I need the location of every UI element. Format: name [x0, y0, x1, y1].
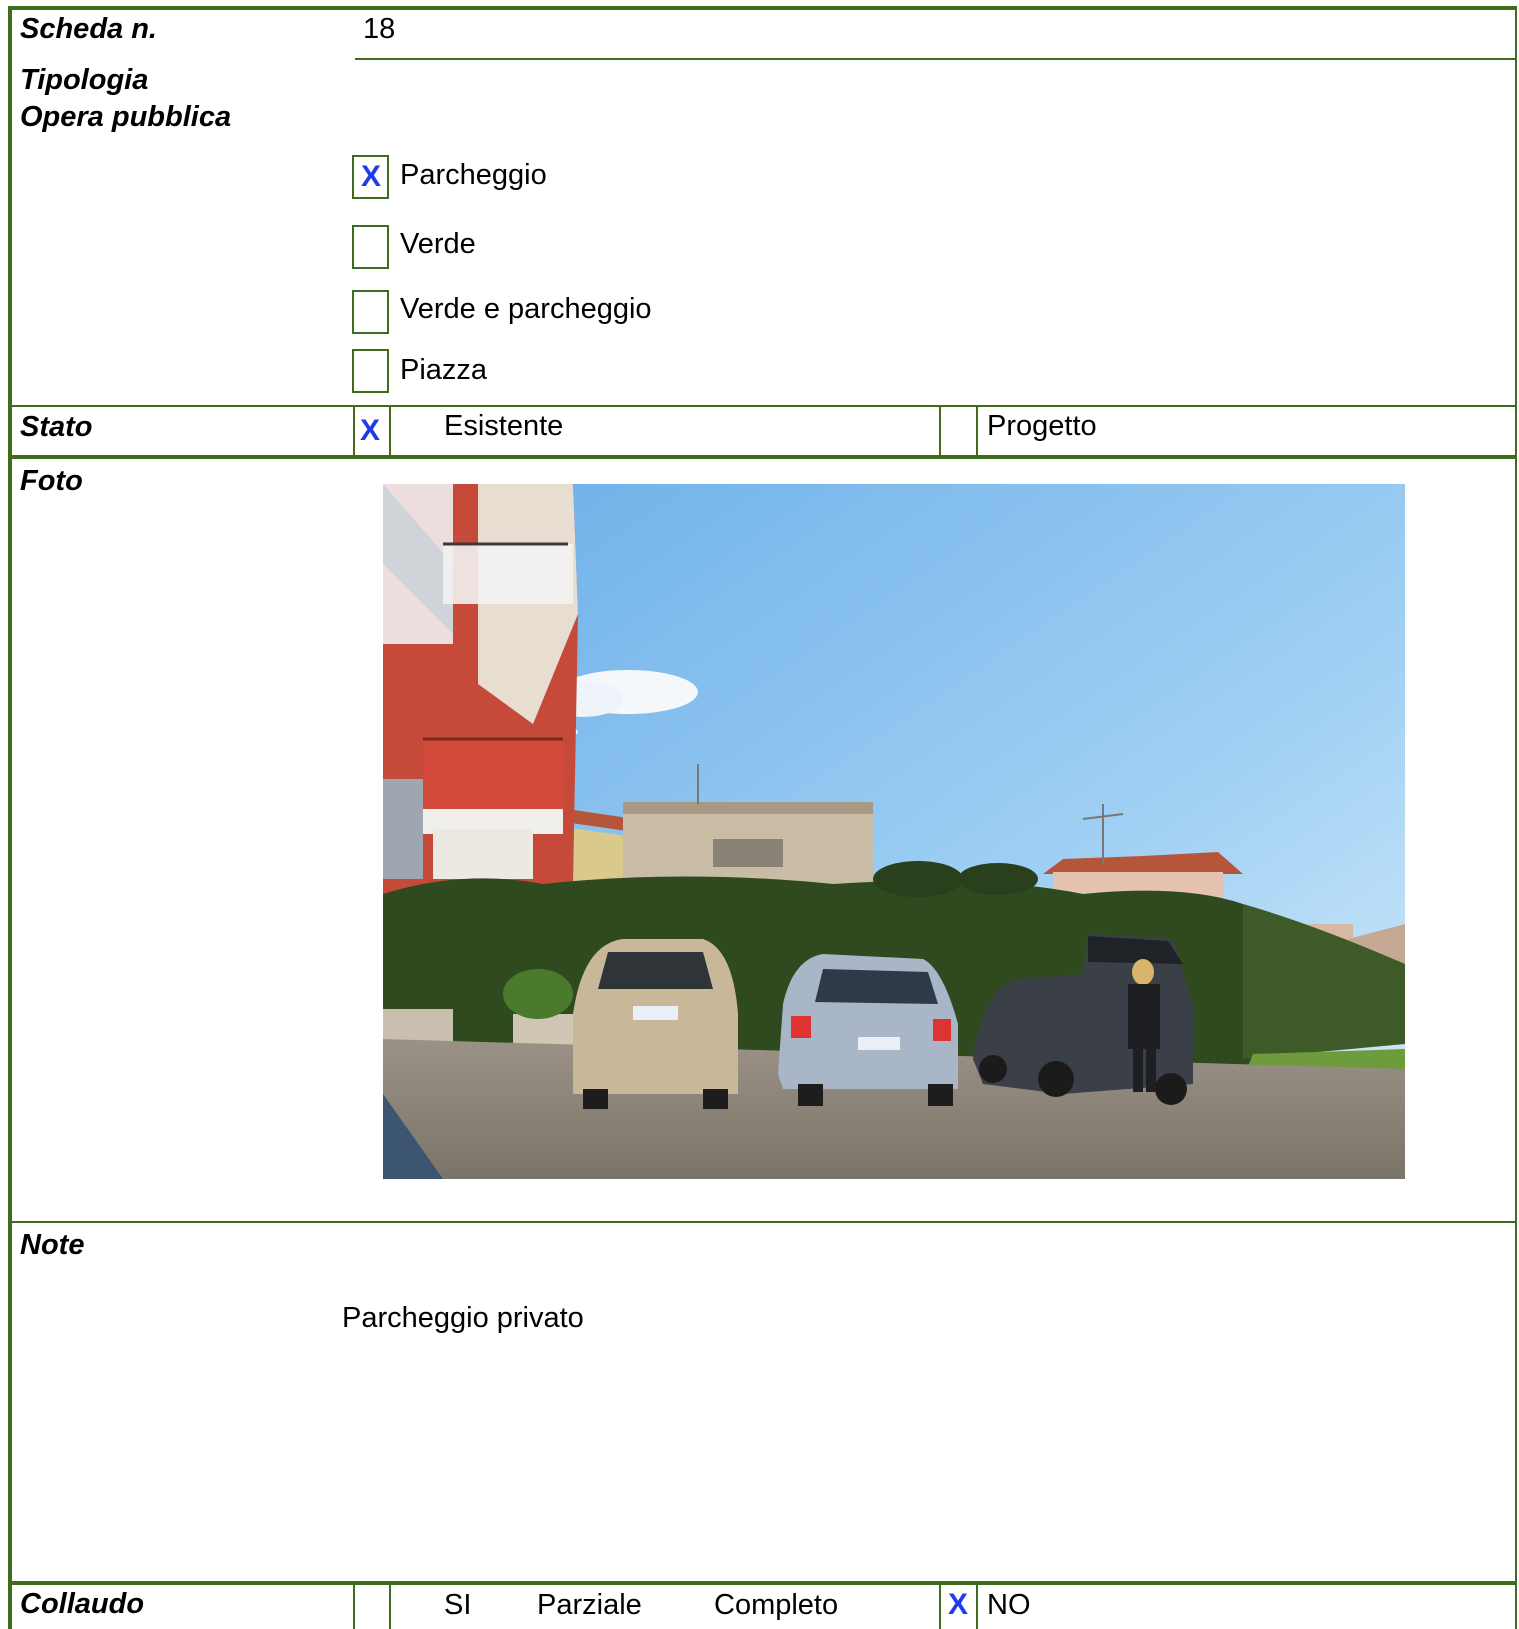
option-parcheggio-label: Parcheggio — [400, 159, 547, 191]
option-piazza-label: Piazza — [400, 354, 488, 386]
collaudo-completo-label[interactable]: Completo — [714, 1588, 838, 1622]
stato-esistente-label: Esistente — [444, 410, 564, 442]
parking-photo — [383, 484, 1405, 1179]
note-label: Note — [20, 1229, 85, 1261]
scheda-number: 18 — [363, 13, 396, 45]
option-verde-label: Verde — [400, 228, 476, 260]
scheda-label: Scheda n. — [20, 13, 157, 45]
checkbox-verde[interactable] — [352, 225, 389, 269]
checkbox-verde-e-parcheggio[interactable] — [352, 290, 389, 334]
collaudo-label: Collaudo — [20, 1588, 145, 1620]
collaudo-parziale-label[interactable]: Parziale — [537, 1588, 642, 1622]
esistente-checkbox[interactable] — [353, 405, 391, 457]
checkbox-piazza[interactable] — [352, 349, 389, 393]
stato-progetto-label: Progetto — [987, 410, 1097, 442]
progetto-checkbox[interactable] — [939, 405, 978, 457]
collaudo-no-checkbox[interactable]: X — [939, 1583, 978, 1629]
checkbox-parcheggio[interactable]: X — [352, 155, 389, 199]
collaudo-si-label: SI — [444, 1589, 472, 1621]
no-check-mark: X — [948, 1588, 969, 1621]
note-text: Parcheggio privato — [342, 1302, 584, 1334]
row-divider — [8, 455, 1517, 459]
tipologia-label: Tipologia — [20, 64, 149, 96]
opera-pubblica-label: Opera pubblica — [20, 101, 232, 133]
row-divider — [8, 1581, 1517, 1585]
option-verde-e-parcheggio-label: Verde e parcheggio — [400, 293, 652, 325]
check-mark: X — [361, 160, 382, 193]
collaudo-no-label: NO — [987, 1589, 1031, 1621]
foto-label: Foto — [20, 465, 83, 497]
stato-label: Stato — [20, 411, 93, 443]
row-divider — [355, 58, 1517, 60]
row-divider — [8, 1221, 1517, 1223]
row-divider — [8, 405, 1517, 407]
collaudo-si-checkbox[interactable] — [353, 1583, 391, 1629]
